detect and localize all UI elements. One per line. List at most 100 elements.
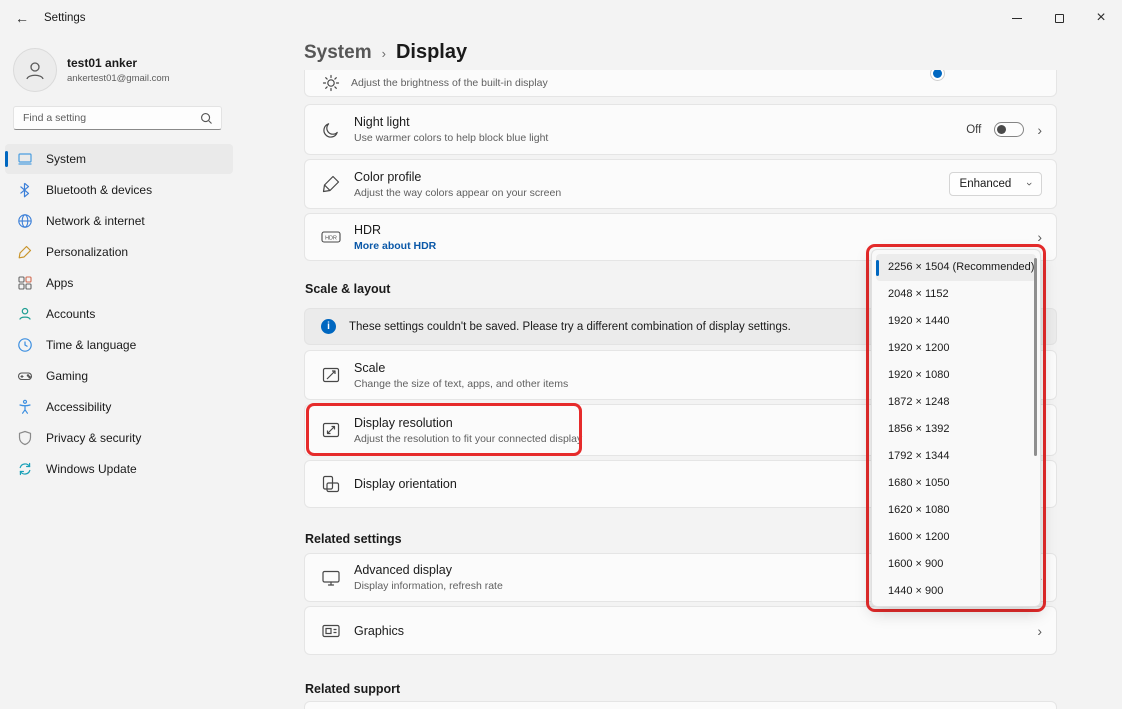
night-light-icon [321,120,341,140]
resolution-option[interactable]: 1856 × 1392 [876,416,1036,443]
sidebar-item-privacy-security[interactable]: Privacy & security [5,423,233,453]
sidebar-item-system[interactable]: System [5,144,233,174]
back-icon: ← [15,10,29,26]
annotation-resolution-dropdown: 2256 × 1504 (Recommended) 2048 × 1152 19… [866,244,1046,612]
sidebar-item-label: Privacy & security [46,431,141,445]
sidebar-item-apps[interactable]: Apps [5,268,233,298]
minimize-icon [1012,18,1022,19]
color-profile-subtitle: Adjust the way colors appear on your scr… [354,187,936,199]
color-profile-icon [321,174,341,194]
resolution-option[interactable]: 1792 × 1344 [876,443,1036,470]
resolution-option[interactable]: 2048 × 1152 [876,281,1036,308]
minimize-button[interactable] [996,0,1038,36]
display-orientation-icon [321,474,341,494]
advanced-display-icon [321,568,341,588]
sidebar-item-windows-update[interactable]: Windows Update [5,454,233,484]
sidebar-item-gaming[interactable]: Gaming [5,361,233,391]
accounts-person-icon [17,306,33,322]
breadcrumb-system[interactable]: System [304,42,372,64]
resolution-option-label: 1600 × 900 [888,558,943,570]
resolution-option-label: 1856 × 1392 [888,423,949,435]
globe-icon [17,213,33,229]
sidebar-item-label: Personalization [46,245,128,259]
resolution-option-label: 1872 × 1248 [888,396,949,408]
apps-grid-icon [17,275,33,291]
sidebar-item-accounts[interactable]: Accounts [5,299,233,329]
back-button[interactable]: ← [6,4,38,32]
sidebar-item-personalization[interactable]: Personalization [5,237,233,267]
sidebar-item-label: Network & internet [46,214,145,228]
graphics-row[interactable]: Graphics › [304,606,1057,655]
night-light-title: Night light [354,115,953,129]
resolution-option[interactable]: 1600 × 1200 [876,524,1036,551]
sidebar-item-label: System [46,152,86,166]
titlebar: ← Settings × [0,0,1122,36]
resolution-option[interactable]: 1920 × 1440 [876,308,1036,335]
sidebar-item-label: Time & language [46,338,136,352]
breadcrumb-chevron-icon: › [382,46,386,61]
close-button[interactable]: × [1080,0,1122,36]
sidebar-item-label: Gaming [46,369,88,383]
dropdown-scrollbar[interactable] [1034,258,1037,456]
accessibility-person-icon [17,399,33,415]
graphics-title: Graphics [354,624,1024,638]
color-profile-dropdown[interactable]: Enhanced › [949,172,1042,196]
svg-text:HDR: HDR [325,236,337,242]
chevron-down-icon: › [1023,182,1035,186]
resolution-option[interactable]: 2256 × 1504 (Recommended) [876,254,1036,281]
section-related-support: Related support [305,682,400,696]
resolution-option[interactable]: 1872 × 1248 [876,389,1036,416]
color-profile-value: Enhanced [960,178,1012,190]
resolution-option[interactable]: 1600 × 900 [876,551,1036,578]
display-resolution-icon [321,420,341,440]
resolution-option-label: 1920 × 1080 [888,369,949,381]
page-title: Display [396,41,467,64]
clock-icon [17,337,33,353]
resolution-option-label: 1600 × 1200 [888,531,949,543]
search-icon [200,112,213,125]
night-light-row[interactable]: Night light Use warmer colors to help bl… [304,104,1057,155]
section-related-settings: Related settings [305,532,402,546]
maximize-button[interactable] [1038,0,1080,36]
resolution-option[interactable]: 1440 × 900 [876,578,1036,605]
shield-icon [17,430,33,446]
app-title: Settings [44,12,86,24]
resolution-option-label: 2048 × 1152 [888,288,949,300]
resolution-option-label: 1440 × 900 [888,585,943,597]
bluetooth-icon [17,182,33,198]
resolution-dropdown-flyout: 2256 × 1504 (Recommended) 2048 × 1152 19… [871,249,1041,607]
sidebar-item-accessibility[interactable]: Accessibility [5,392,233,422]
color-profile-row[interactable]: Color profile Adjust the way colors appe… [304,159,1057,209]
avatar [13,48,57,92]
sidebar-item-time-language[interactable]: Time & language [5,330,233,360]
sidebar-nav: System Bluetooth & devices Network & int… [5,144,233,484]
resolution-option-label: 1680 × 1050 [888,477,949,489]
sidebar-item-network-internet[interactable]: Network & internet [5,206,233,236]
warning-text: These settings couldn't be saved. Please… [349,321,791,333]
resolution-option[interactable]: 1680 × 1050 [876,470,1036,497]
brightness-slider-thumb[interactable] [931,70,944,80]
resolution-option[interactable]: 1920 × 1200 [876,335,1036,362]
resolution-option-label: 2256 × 1504 (Recommended) [888,261,1034,273]
chevron-right-icon: › [1037,229,1042,245]
resolution-option-label: 1792 × 1344 [888,450,949,462]
search-input[interactable] [14,112,200,124]
resolution-option[interactable]: 1620 × 1080 [876,497,1036,524]
window-controls: × [996,0,1122,36]
night-light-toggle[interactable] [994,122,1024,137]
section-scale-layout: Scale & layout [305,282,390,296]
sidebar: test01 anker ankertest01@gmail.com Syste… [0,36,290,709]
sidebar-item-label: Windows Update [46,462,137,476]
sidebar-item-bluetooth-devices[interactable]: Bluetooth & devices [5,175,233,205]
night-light-subtitle: Use warmer colors to help block blue lig… [354,132,953,144]
graphics-icon [321,621,341,641]
brightness-icon [321,73,341,93]
resolution-option[interactable]: 1920 × 1080 [876,362,1036,389]
brush-icon [17,244,33,260]
chevron-right-icon: › [1037,623,1042,639]
resolution-option-label: 1920 × 1440 [888,315,949,327]
sidebar-item-label: Accessibility [46,400,111,414]
brightness-row[interactable]: Adjust the brightness of the built-in di… [304,70,1057,97]
user-profile[interactable]: test01 anker ankertest01@gmail.com [13,48,170,92]
hdr-title: HDR [354,223,1024,237]
